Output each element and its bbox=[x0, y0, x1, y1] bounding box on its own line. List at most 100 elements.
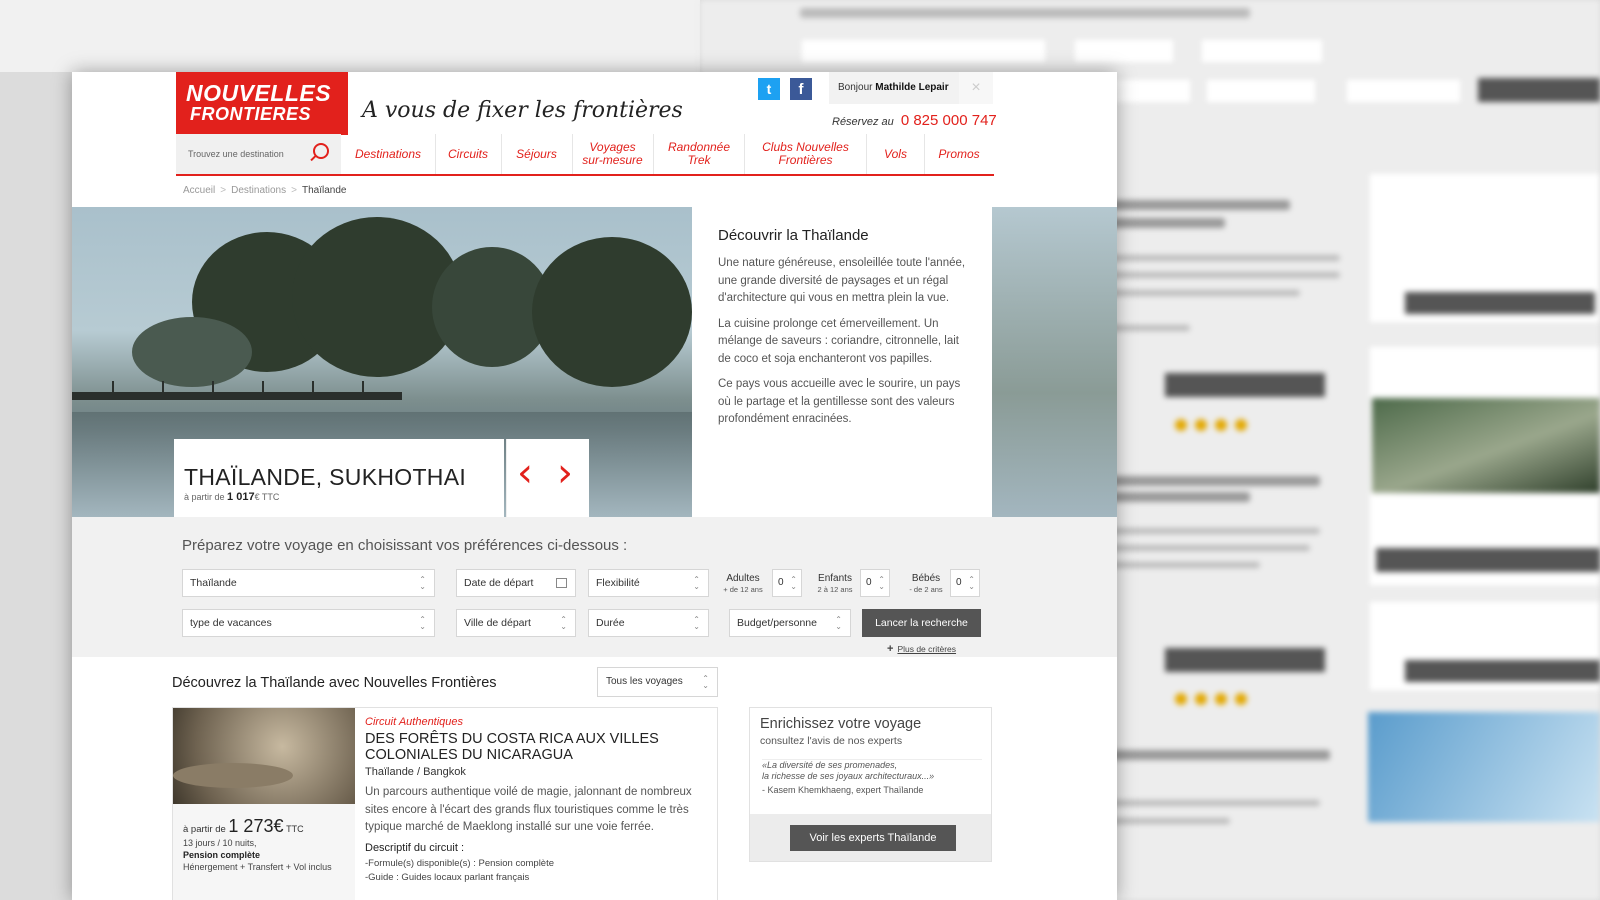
search-icon[interactable] bbox=[313, 143, 329, 159]
trip-description: Un parcours authentique voilé de magie, … bbox=[365, 786, 692, 833]
trip-includes: Hénergement + Transfert + Vol inclus bbox=[183, 862, 332, 872]
babies-label: Bébés - de 2 ans bbox=[900, 573, 952, 595]
nav-item-circuits[interactable]: Circuits bbox=[435, 134, 502, 174]
trip-filter-value: Tous les voyages bbox=[606, 676, 683, 687]
trip-route: Thaïlande / Bangkok bbox=[365, 766, 466, 778]
departure-city-select[interactable]: Ville de départ ⌃ ⌄ bbox=[456, 609, 576, 637]
phone-reservation: Réservez au 0 825 000 747 bbox=[832, 112, 997, 129]
hero-price: à partir de 1 017€ TTC bbox=[184, 491, 279, 503]
hero-price-suffix: € TTC bbox=[254, 492, 280, 502]
flexibility-value: Flexibilité bbox=[596, 577, 640, 589]
discover-panel: Découvrir la Thaïlande Une nature génére… bbox=[692, 207, 992, 517]
expert-subtitle: consultez l'avis de nos experts bbox=[760, 735, 903, 747]
discover-paragraph: Une nature généreuse, ensoleillée toute … bbox=[718, 257, 966, 304]
nav-item-clubs[interactable]: Clubs Nouvelles Frontières bbox=[745, 134, 867, 174]
babies-label-text: Bébés bbox=[911, 573, 941, 584]
trip-feature: -Guide : Guides locaux parlant français bbox=[365, 872, 530, 883]
main-nav: Trouvez une destination Destinations Cir… bbox=[176, 134, 994, 176]
expert-quote: «La diversité de ses promenades, la rich… bbox=[762, 759, 982, 782]
duration-select[interactable]: Durée ⌃ ⌄ bbox=[588, 609, 709, 637]
trip-subtitle: Descriptif du circuit : bbox=[365, 842, 465, 854]
nav-item-randonnee-trek[interactable]: Randonnée Trek bbox=[654, 134, 745, 174]
expert-title: Enrichissez votre voyage bbox=[760, 716, 922, 732]
user-name: Mathilde Lepair bbox=[875, 82, 949, 93]
trip-price-prefix: à partir de bbox=[183, 824, 226, 835]
trip-price: à partir de 1 273€ TTC bbox=[183, 816, 304, 837]
trip-title[interactable]: DES FORÊTS DU COSTA RICA AUX VILLES COLO… bbox=[365, 731, 685, 763]
holiday-type-select[interactable]: type de vacances ⌃ ⌄ bbox=[182, 609, 435, 637]
select-arrows-icon: ⌃ ⌄ bbox=[702, 674, 709, 690]
nav-item-promos[interactable]: Promos bbox=[924, 134, 994, 174]
babies-stepper[interactable]: 0 ⌃ ⌄ bbox=[950, 569, 980, 597]
trip-kind: Circuit Authentiques bbox=[365, 716, 464, 728]
adults-label: Adultes + de 12 ans bbox=[717, 573, 769, 595]
children-value: 0 bbox=[866, 577, 872, 588]
hero-price-value: 1 017 bbox=[227, 491, 255, 503]
budget-select[interactable]: Budget/personne ⌃ ⌄ bbox=[729, 609, 851, 637]
discover-paragraph: Ce pays vous accueille avec le sourire, … bbox=[718, 378, 961, 425]
search-input[interactable]: Trouvez une destination bbox=[188, 149, 284, 159]
tagline: A vous de fixer les frontières bbox=[362, 98, 683, 123]
departure-date-field[interactable]: Date de départ bbox=[456, 569, 576, 597]
select-arrows-icon: ⌃ ⌄ bbox=[560, 615, 567, 631]
babies-value: 0 bbox=[956, 577, 962, 588]
trip-price-suffix: TTC bbox=[286, 824, 304, 834]
calendar-icon bbox=[556, 578, 567, 588]
nav-item-destinations[interactable]: Destinations bbox=[341, 134, 436, 174]
breadcrumb: Accueil > Destinations > Thaïlande bbox=[183, 185, 347, 196]
destination-select[interactable]: Thaïlande ⌃ ⌄ bbox=[182, 569, 435, 597]
user-greeting[interactable]: Bonjour Mathilde Lepair bbox=[829, 72, 968, 104]
facebook-icon[interactable]: f bbox=[790, 78, 812, 100]
phone-number[interactable]: 0 825 000 747 bbox=[901, 112, 997, 129]
trip-card[interactable]: à partir de 1 273€ TTC 13 jours / 10 nui… bbox=[172, 707, 718, 900]
view-experts-button[interactable]: Voir les experts Thaïlande bbox=[790, 825, 956, 851]
adults-stepper[interactable]: 0 ⌃ ⌄ bbox=[772, 569, 802, 597]
trip-duration: 13 jours / 10 nuits, bbox=[183, 838, 257, 848]
stepper-arrows-icon: ⌃ ⌄ bbox=[878, 575, 885, 591]
form-heading: Préparez votre voyage en choisissant vos… bbox=[182, 537, 628, 554]
nav-item-sejours[interactable]: Séjours bbox=[501, 134, 573, 174]
expert-author: - Kasem Khemkhaeng, expert Thaïlande bbox=[762, 785, 924, 795]
trip-meta: 13 jours / 10 nuits, Pension complète Hé… bbox=[183, 837, 348, 873]
reserve-label: Réservez au bbox=[832, 116, 894, 128]
trip-filter-select[interactable]: Tous les voyages ⌃ ⌄ bbox=[597, 667, 718, 697]
trip-feature: -Formule(s) disponible(s) : Pension comp… bbox=[365, 858, 555, 869]
expert-quote-line: «La diversité de ses promenades, bbox=[762, 760, 898, 770]
stepper-arrows-icon: ⌃ ⌄ bbox=[790, 575, 797, 591]
trip-board: Pension complète bbox=[183, 850, 261, 860]
departure-date-placeholder: Date de départ bbox=[464, 577, 534, 589]
nav-item-voyages-sur-mesure[interactable]: Voyages sur-mesure bbox=[572, 134, 654, 174]
close-icon[interactable]: × bbox=[959, 72, 993, 104]
plus-icon: + bbox=[887, 643, 894, 655]
chevron-left-icon[interactable]: ‹ bbox=[517, 453, 533, 493]
expert-quote-line: la richesse de ses joyaux architecturaux… bbox=[762, 771, 935, 781]
select-arrows-icon: ⌃ ⌄ bbox=[835, 615, 842, 631]
destination-search[interactable]: Trouvez une destination bbox=[176, 134, 341, 174]
results-title: Découvrez la Thaïlande avec Nouvelles Fr… bbox=[172, 675, 497, 691]
brand-logo[interactable]: NOUVELLES FRONTIERES bbox=[176, 72, 348, 135]
flexibility-select[interactable]: Flexibilité ⌃ ⌄ bbox=[588, 569, 709, 597]
duration-value: Durée bbox=[596, 617, 625, 629]
select-arrows-icon: ⌃ ⌄ bbox=[693, 615, 700, 631]
hero-price-prefix: à partir de bbox=[184, 492, 225, 502]
breadcrumb-home[interactable]: Accueil bbox=[183, 185, 215, 196]
children-stepper[interactable]: 0 ⌃ ⌄ bbox=[860, 569, 890, 597]
hero-image-extension bbox=[992, 207, 1117, 517]
trip-price-panel: à partir de 1 273€ TTC 13 jours / 10 nui… bbox=[173, 804, 355, 900]
hero-caption[interactable]: THAÏLANDE, SUKHOTHAI à partir de 1 017€ … bbox=[174, 439, 504, 517]
nav-item-vols[interactable]: Vols bbox=[867, 134, 925, 174]
breadcrumb-destinations[interactable]: Destinations bbox=[231, 185, 286, 196]
more-criteria-label: Plus de critères bbox=[897, 644, 957, 654]
discover-paragraph: La cuisine prolonge cet émerveillement. … bbox=[718, 317, 959, 365]
search-button[interactable]: Lancer la recherche bbox=[862, 609, 981, 637]
children-age: 2 à 12 ans bbox=[817, 585, 853, 594]
background-page-top bbox=[0, 0, 700, 72]
departure-city-value: Ville de départ bbox=[464, 617, 531, 629]
adults-label-text: Adultes bbox=[726, 573, 760, 584]
twitter-icon[interactable]: t bbox=[758, 78, 780, 100]
chevron-right-icon[interactable]: › bbox=[557, 453, 573, 493]
adults-age: + de 12 ans bbox=[723, 585, 763, 594]
more-criteria-link[interactable]: + Plus de critères bbox=[887, 643, 956, 655]
select-arrows-icon: ⌃ ⌄ bbox=[419, 575, 426, 591]
expert-panel: Enrichissez votre voyage consultez l'avi… bbox=[749, 707, 992, 862]
